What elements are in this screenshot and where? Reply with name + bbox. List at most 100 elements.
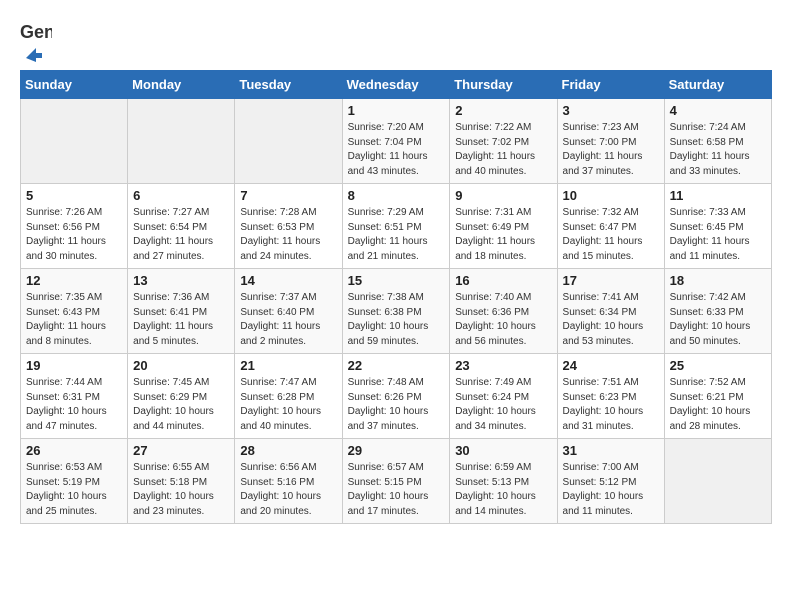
calendar-cell: 28 Sunrise: 6:56 AM Sunset: 5:16 PM Dayli… (235, 439, 342, 524)
day-info: Sunrise: 7:32 AM Sunset: 6:47 PM Dayligh… (563, 206, 659, 264)
day-number: 2 (455, 103, 551, 118)
day-number: 4 (670, 103, 766, 118)
day-number: 15 (348, 273, 445, 288)
day-number: 13 (133, 273, 229, 288)
calendar-cell: 18 Sunrise: 7:42 AM Sunset: 6:33 PM Dayli… (664, 269, 771, 354)
calendar-cell: 6 Sunrise: 7:27 AM Sunset: 6:54 PM Daylig… (128, 184, 235, 269)
calendar-cell: 19Sunrise: 7:44 AM Sunset: 6:31 PM Dayli… (21, 354, 128, 439)
calendar-cell: 30 Sunrise: 6:59 AM Sunset: 5:13 PM Dayli… (450, 439, 557, 524)
weekday-header: Saturday (664, 71, 771, 99)
calendar-cell: 2 Sunrise: 7:22 AM Sunset: 7:02 PM Daylig… (450, 99, 557, 184)
day-number: 14 (240, 273, 336, 288)
day-number: 1 (348, 103, 445, 118)
day-info: Sunrise: 7:47 AM Sunset: 6:28 PM Dayligh… (240, 376, 336, 434)
calendar-cell: 21 Sunrise: 7:47 AM Sunset: 6:28 PM Dayli… (235, 354, 342, 439)
day-info: Sunrise: 6:56 AM Sunset: 5:16 PM Dayligh… (240, 461, 336, 519)
calendar-cell: 8Sunrise: 7:29 AM Sunset: 6:51 PM Daylig… (342, 184, 450, 269)
calendar-cell: 1Sunrise: 7:20 AM Sunset: 7:04 PM Daylig… (342, 99, 450, 184)
logo-arrow-icon (22, 44, 44, 62)
day-info: Sunrise: 7:42 AM Sunset: 6:33 PM Dayligh… (670, 291, 766, 349)
calendar-cell: 14 Sunrise: 7:37 AM Sunset: 6:40 PM Dayli… (235, 269, 342, 354)
calendar-cell: 17Sunrise: 7:41 AM Sunset: 6:34 PM Dayli… (557, 269, 664, 354)
calendar-cell: 11 Sunrise: 7:33 AM Sunset: 6:45 PM Dayli… (664, 184, 771, 269)
weekday-header: Monday (128, 71, 235, 99)
day-info: Sunrise: 7:28 AM Sunset: 6:53 PM Dayligh… (240, 206, 336, 264)
day-info: Sunrise: 7:35 AM Sunset: 6:43 PM Dayligh… (26, 291, 122, 349)
day-info: Sunrise: 7:29 AM Sunset: 6:51 PM Dayligh… (348, 206, 445, 264)
day-number: 20 (133, 358, 229, 373)
calendar-cell: 4 Sunrise: 7:24 AM Sunset: 6:58 PM Daylig… (664, 99, 771, 184)
day-number: 9 (455, 188, 551, 203)
day-number: 21 (240, 358, 336, 373)
day-number: 11 (670, 188, 766, 203)
calendar-table: SundayMondayTuesdayWednesdayThursdayFrid… (20, 70, 772, 524)
calendar-cell: 12Sunrise: 7:35 AM Sunset: 6:43 PM Dayli… (21, 269, 128, 354)
day-info: Sunrise: 7:40 AM Sunset: 6:36 PM Dayligh… (455, 291, 551, 349)
calendar-cell: 5 Sunrise: 7:26 AM Sunset: 6:56 PM Daylig… (21, 184, 128, 269)
day-info: Sunrise: 7:48 AM Sunset: 6:26 PM Dayligh… (348, 376, 445, 434)
day-info: Sunrise: 7:31 AM Sunset: 6:49 PM Dayligh… (455, 206, 551, 264)
day-info: Sunrise: 7:24 AM Sunset: 6:58 PM Dayligh… (670, 121, 766, 179)
day-info: Sunrise: 6:53 AM Sunset: 5:19 PM Dayligh… (26, 461, 122, 519)
logo: General (20, 20, 52, 62)
day-number: 24 (563, 358, 659, 373)
calendar-cell: 10 Sunrise: 7:32 AM Sunset: 6:47 PM Dayli… (557, 184, 664, 269)
day-info: Sunrise: 7:27 AM Sunset: 6:54 PM Dayligh… (133, 206, 229, 264)
calendar-cell: 27 Sunrise: 6:55 AM Sunset: 5:18 PM Dayli… (128, 439, 235, 524)
day-info: Sunrise: 7:49 AM Sunset: 6:24 PM Dayligh… (455, 376, 551, 434)
day-number: 5 (26, 188, 122, 203)
day-info: Sunrise: 7:38 AM Sunset: 6:38 PM Dayligh… (348, 291, 445, 349)
weekday-header: Tuesday (235, 71, 342, 99)
calendar-cell: 7 Sunrise: 7:28 AM Sunset: 6:53 PM Daylig… (235, 184, 342, 269)
day-number: 26 (26, 443, 122, 458)
day-info: Sunrise: 7:22 AM Sunset: 7:02 PM Dayligh… (455, 121, 551, 179)
calendar-cell (664, 439, 771, 524)
day-info: Sunrise: 6:55 AM Sunset: 5:18 PM Dayligh… (133, 461, 229, 519)
calendar-cell (235, 99, 342, 184)
day-number: 10 (563, 188, 659, 203)
day-info: Sunrise: 7:51 AM Sunset: 6:23 PM Dayligh… (563, 376, 659, 434)
day-number: 27 (133, 443, 229, 458)
day-number: 6 (133, 188, 229, 203)
day-info: Sunrise: 6:59 AM Sunset: 5:13 PM Dayligh… (455, 461, 551, 519)
day-number: 7 (240, 188, 336, 203)
weekday-header: Thursday (450, 71, 557, 99)
calendar-cell: 25 Sunrise: 7:52 AM Sunset: 6:21 PM Dayli… (664, 354, 771, 439)
weekday-header: Friday (557, 71, 664, 99)
page-header: General (20, 20, 772, 62)
calendar-cell: 3 Sunrise: 7:23 AM Sunset: 7:00 PM Daylig… (557, 99, 664, 184)
calendar-cell: 15 Sunrise: 7:38 AM Sunset: 6:38 PM Dayli… (342, 269, 450, 354)
day-number: 31 (563, 443, 659, 458)
calendar-cell (128, 99, 235, 184)
day-number: 25 (670, 358, 766, 373)
day-number: 18 (670, 273, 766, 288)
day-info: Sunrise: 7:36 AM Sunset: 6:41 PM Dayligh… (133, 291, 229, 349)
day-number: 30 (455, 443, 551, 458)
day-number: 28 (240, 443, 336, 458)
calendar-cell (21, 99, 128, 184)
weekday-header: Sunday (21, 71, 128, 99)
day-info: Sunrise: 7:37 AM Sunset: 6:40 PM Dayligh… (240, 291, 336, 349)
day-number: 3 (563, 103, 659, 118)
day-info: Sunrise: 7:52 AM Sunset: 6:21 PM Dayligh… (670, 376, 766, 434)
day-info: Sunrise: 7:41 AM Sunset: 6:34 PM Dayligh… (563, 291, 659, 349)
day-number: 29 (348, 443, 445, 458)
svg-text:General: General (20, 22, 52, 42)
calendar-cell: 24 Sunrise: 7:51 AM Sunset: 6:23 PM Dayli… (557, 354, 664, 439)
calendar-cell: 31 Sunrise: 7:00 AM Sunset: 5:12 PM Dayli… (557, 439, 664, 524)
weekday-header: Wednesday (342, 71, 450, 99)
day-info: Sunrise: 7:44 AM Sunset: 6:31 PM Dayligh… (26, 376, 122, 434)
day-info: Sunrise: 7:33 AM Sunset: 6:45 PM Dayligh… (670, 206, 766, 264)
day-info: Sunrise: 7:26 AM Sunset: 6:56 PM Dayligh… (26, 206, 122, 264)
calendar-cell: 26 Sunrise: 6:53 AM Sunset: 5:19 PM Dayli… (21, 439, 128, 524)
calendar-cell: 13 Sunrise: 7:36 AM Sunset: 6:41 PM Dayli… (128, 269, 235, 354)
day-number: 23 (455, 358, 551, 373)
calendar-cell: 16Sunrise: 7:40 AM Sunset: 6:36 PM Dayli… (450, 269, 557, 354)
day-info: Sunrise: 7:45 AM Sunset: 6:29 PM Dayligh… (133, 376, 229, 434)
calendar-cell: 22 Sunrise: 7:48 AM Sunset: 6:26 PM Dayli… (342, 354, 450, 439)
day-info: Sunrise: 7:23 AM Sunset: 7:00 PM Dayligh… (563, 121, 659, 179)
day-info: Sunrise: 7:00 AM Sunset: 5:12 PM Dayligh… (563, 461, 659, 519)
calendar-cell: 20 Sunrise: 7:45 AM Sunset: 6:29 PM Dayli… (128, 354, 235, 439)
calendar-cell: 29Sunrise: 6:57 AM Sunset: 5:15 PM Dayli… (342, 439, 450, 524)
day-number: 22 (348, 358, 445, 373)
